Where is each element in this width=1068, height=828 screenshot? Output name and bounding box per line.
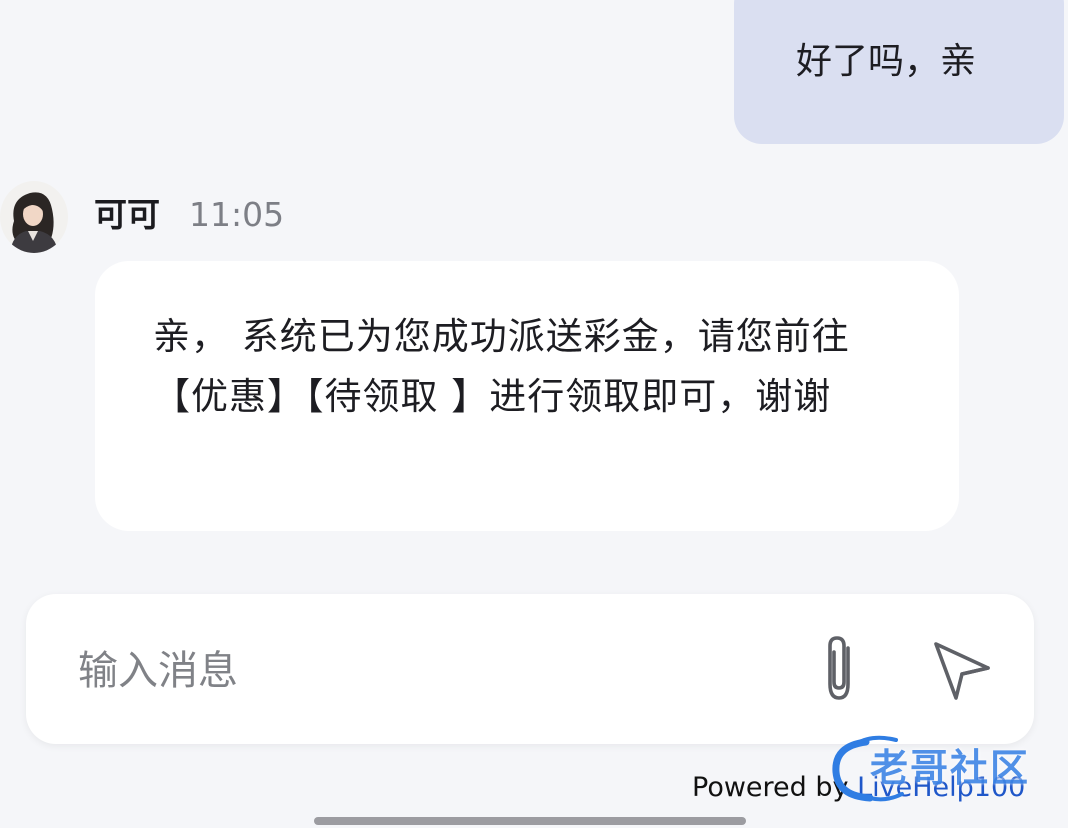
home-indicator[interactable]	[314, 817, 746, 825]
agent-avatar[interactable]	[0, 181, 68, 253]
send-button[interactable]	[926, 634, 998, 706]
watermark-logo: 老哥社区	[826, 732, 1056, 808]
send-icon	[934, 642, 990, 700]
received-message-bubble: 亲， 系统已为您成功派送彩金，请您前往【优惠】【待领取 】进行领取即可，谢谢	[95, 261, 959, 531]
message-input[interactable]	[78, 636, 718, 706]
message-timestamp: 11:05	[189, 195, 285, 234]
message-composer	[26, 594, 1034, 744]
received-message-text: 亲， 系统已为您成功派送彩金，请您前往【优惠】【待领取 】进行领取即可，谢谢	[153, 315, 850, 418]
paperclip-icon	[828, 636, 850, 700]
watermark-text: 老哥社区	[870, 746, 1031, 790]
sent-message-bubble: 好了吗，亲	[734, 0, 1064, 144]
attach-button[interactable]	[808, 632, 870, 708]
sent-message-text: 好了吗，亲	[796, 41, 977, 82]
avatar-image	[0, 181, 68, 253]
sender-name: 可可	[94, 195, 160, 234]
